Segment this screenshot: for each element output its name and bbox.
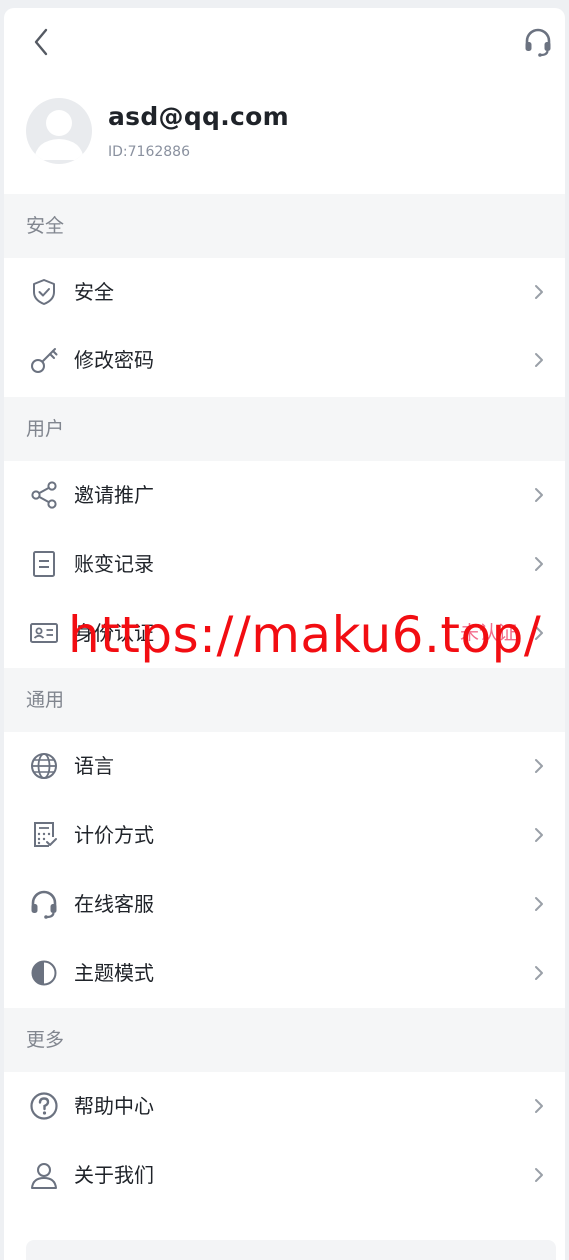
user-id: ID:7162886	[108, 144, 190, 160]
menu-item-language[interactable]: 语言	[4, 732, 565, 800]
chevron-right-icon	[535, 1099, 543, 1113]
chevron-right-icon	[535, 557, 543, 571]
globe-icon	[31, 753, 57, 779]
chevron-right-icon	[535, 285, 543, 299]
watermark-url: https://maku6.top/	[68, 606, 542, 664]
share-icon	[31, 481, 57, 509]
chevron-right-icon	[535, 1168, 543, 1182]
section-header-more: 更多	[4, 1008, 565, 1072]
menu-item-security[interactable]: 安全	[4, 258, 565, 326]
section-header-general: 通用	[4, 668, 565, 732]
menu-item-online-support[interactable]: 在线客服	[4, 870, 565, 938]
menu-item-theme-mode[interactable]: 主题模式	[4, 939, 565, 1007]
chevron-right-icon	[535, 759, 543, 773]
menu-item-label: 安全	[74, 280, 114, 304]
bottom-strip	[26, 1240, 556, 1260]
menu-item-label: 在线客服	[74, 892, 154, 916]
menu-item-label: 帮助中心	[74, 1094, 154, 1118]
chevron-right-icon	[535, 828, 543, 842]
chevron-right-icon	[535, 353, 543, 367]
menu-item-label: 语言	[74, 754, 114, 778]
top-bar	[4, 8, 565, 74]
section-header-security: 安全	[4, 194, 565, 258]
key-icon	[31, 348, 58, 373]
document-icon	[33, 551, 55, 577]
calculator-icon	[34, 822, 57, 847]
section-header-user: 用户	[4, 397, 565, 461]
chevron-right-icon	[535, 897, 543, 911]
menu-item-about-us[interactable]: 关于我们	[4, 1141, 565, 1209]
menu-item-label: 邀请推广	[74, 483, 154, 507]
headset-icon	[525, 28, 551, 57]
user-email: asd@qq.com	[108, 102, 289, 131]
support-button[interactable]	[522, 26, 554, 58]
id-card-icon	[30, 623, 58, 643]
chevron-left-icon	[34, 28, 48, 56]
menu-item-help-center[interactable]: 帮助中心	[4, 1072, 565, 1140]
menu-item-label: 主题模式	[74, 961, 154, 985]
back-button[interactable]	[28, 24, 56, 60]
menu-item-pricing-method[interactable]: 计价方式	[4, 801, 565, 869]
chevron-right-icon	[535, 488, 543, 502]
avatar[interactable]	[26, 98, 92, 164]
menu-item-label: 账变记录	[74, 552, 154, 576]
menu-item-label: 计价方式	[74, 823, 154, 847]
menu-item-label: 关于我们	[74, 1163, 154, 1187]
half-circle-icon	[31, 960, 57, 986]
shield-check-icon	[33, 279, 55, 305]
default-avatar-icon	[34, 110, 84, 160]
menu-item-invite[interactable]: 邀请推广	[4, 461, 565, 529]
user-icon	[31, 1163, 57, 1189]
question-circle-icon	[30, 1092, 58, 1120]
headset-icon	[31, 890, 57, 919]
menu-item-transactions[interactable]: 账变记录	[4, 530, 565, 598]
profile-card: asd@qq.com ID:7162886	[4, 74, 565, 194]
chevron-right-icon	[535, 966, 543, 980]
menu-item-change-password[interactable]: 修改密码	[4, 326, 565, 394]
menu-item-label: 修改密码	[74, 348, 154, 372]
